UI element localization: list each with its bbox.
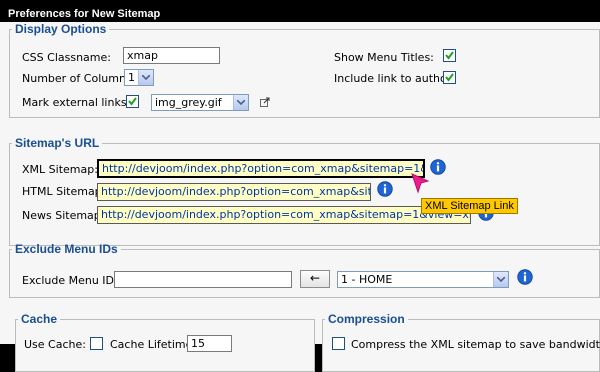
window-titlebar: Preferences for New Sitemap [0,0,600,22]
display-options-legend: Display Options [15,22,107,36]
xml-sitemap-url-field[interactable]: http://devjoom/index.php?option=com_xmap… [97,159,425,178]
menu-select[interactable]: 1 - HOME [337,271,509,288]
chevron-down-icon [493,272,508,287]
external-image-select[interactable]: img_grey.gif [151,94,249,111]
checkmark-icon [445,73,454,82]
chevron-down-icon [138,70,153,85]
external-links-checkbox[interactable] [126,95,139,108]
checkmark-icon [128,97,137,106]
columns-select[interactable]: 1 [124,69,154,86]
css-classname-label: CSS Classname: [22,51,111,64]
external-link-icon [260,97,270,107]
cache-lifetime-label: Cache Lifetime: [110,338,197,351]
xml-sitemap-label: XML Sitemap: [22,163,98,176]
show-menu-titles-checkbox[interactable] [443,49,456,62]
compression-label: Compress the XML sitemap to save bandwid… [351,338,600,351]
mouse-pointer-icon [411,173,430,194]
checkmark-icon [445,51,454,60]
news-sitemap-url-field[interactable]: http://devjoom/index.php?option=com_xmap… [97,206,471,224]
html-sitemap-url-field[interactable]: http://devjoom/index.php?option=com_xmap… [97,183,371,201]
include-author-checkbox[interactable] [443,71,456,84]
exclude-menu-ids-input[interactable] [114,271,292,288]
preferences-panel: Display Options CSS Classname: xmap Numb… [0,22,600,372]
columns-label: Number of Columns: [22,72,136,85]
xml-sitemap-tooltip: XML Sitemap Link [421,198,518,214]
info-icon[interactable] [517,269,533,285]
news-sitemap-label: News Sitemap: [22,209,105,222]
external-links-label: Mark external links: [22,96,131,109]
external-image-value: img_grey.gif [155,96,222,109]
window-title: Preferences for New Sitemap [8,8,161,20]
exclude-menu-ids-label: Exclude Menu IDs: [22,274,124,287]
columns-select-value: 1 [128,71,135,84]
menu-select-value: 1 - HOME [341,273,393,286]
use-cache-label: Use Cache: [24,338,86,351]
cache-legend: Cache [21,312,58,326]
include-author-label: Include link to author: [334,72,455,85]
compression-legend: Compression [328,312,405,326]
css-classname-input[interactable]: xmap [123,47,220,64]
html-sitemap-label: HTML Sitemap: [22,185,106,198]
exclude-menu-ids-legend: Exclude Menu IDs [15,242,118,256]
info-icon[interactable] [430,159,446,175]
sitemap-url-legend: Sitemap's URL [15,136,100,150]
chevron-down-icon [233,95,248,110]
add-menu-id-button[interactable]: ← [300,270,330,288]
info-icon[interactable] [377,181,393,197]
show-menu-titles-label: Show Menu Titles: [334,51,434,64]
